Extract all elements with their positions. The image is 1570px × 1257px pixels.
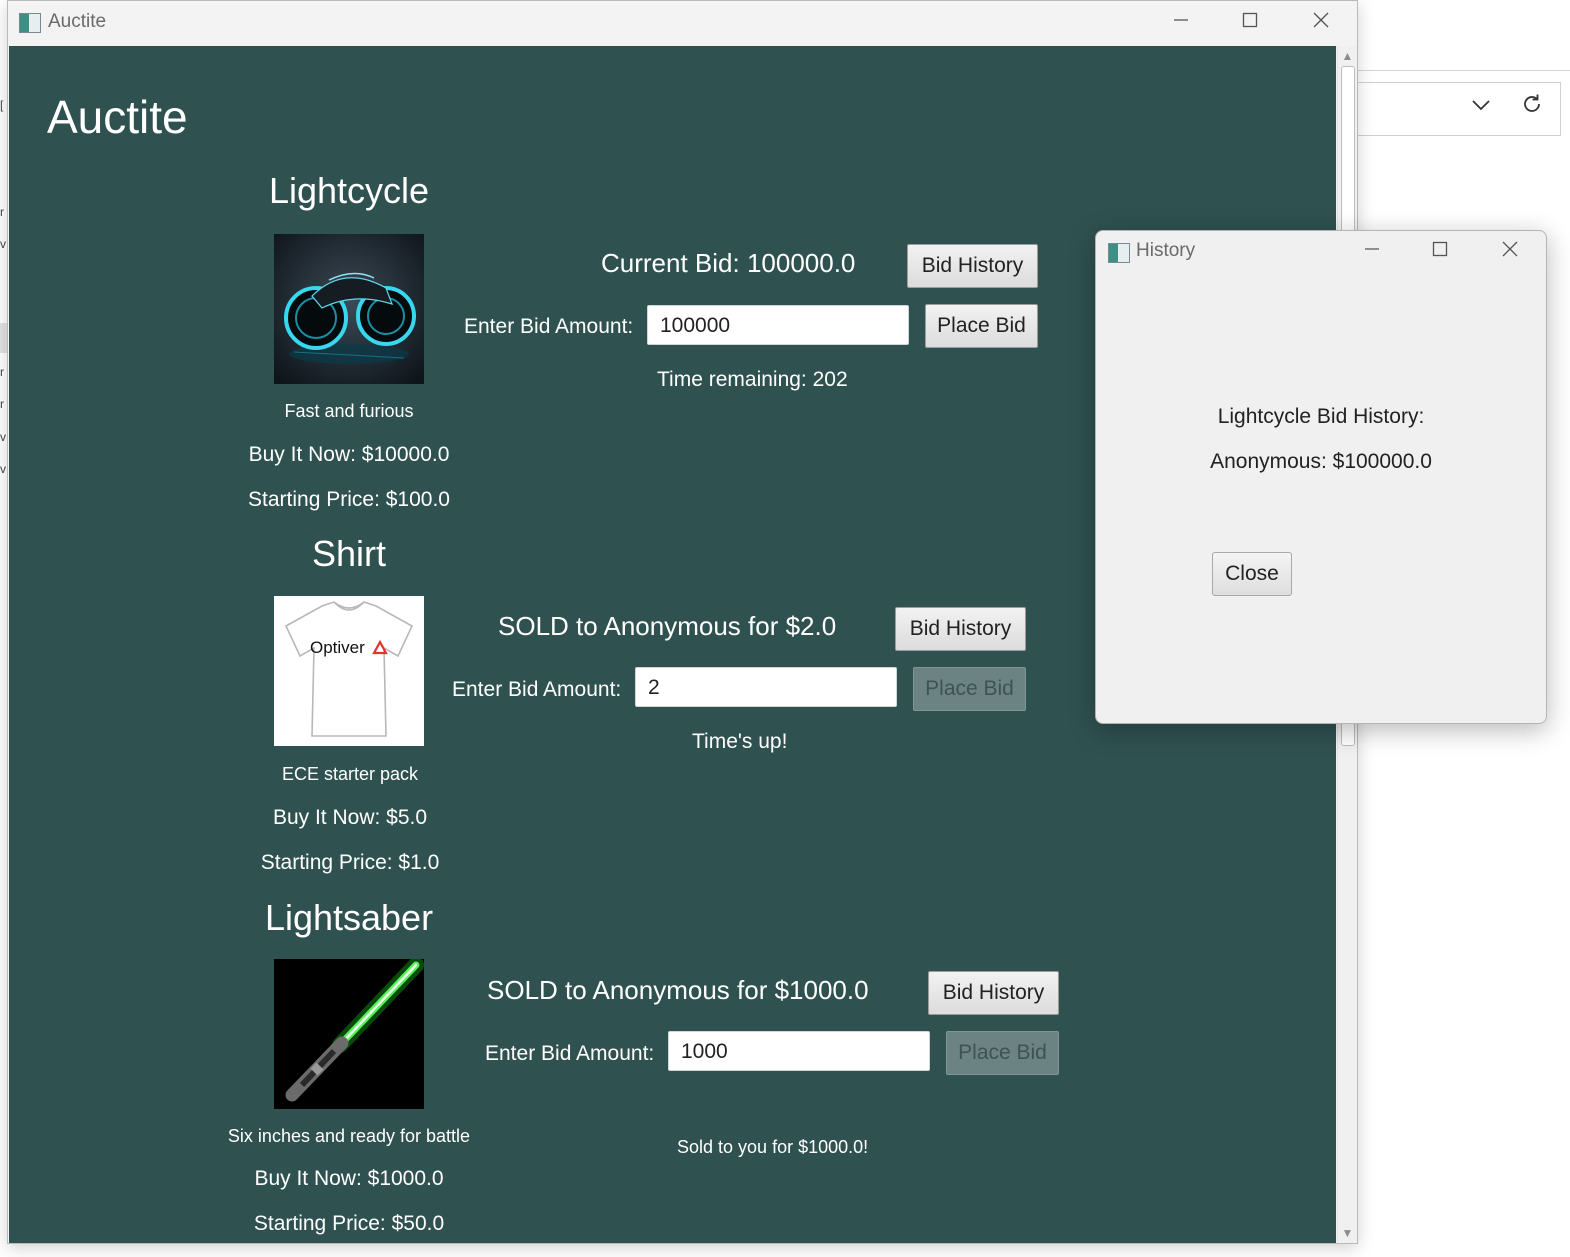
place-bid-button[interactable]: Place Bid: [946, 1031, 1059, 1075]
app-icon: [19, 13, 41, 33]
item-image-lightcycle: [274, 234, 424, 384]
dialog-title-bar[interactable]: History: [1096, 231, 1546, 273]
minimize-button[interactable]: [1158, 7, 1204, 39]
item-image-shirt: Optiver: [274, 596, 424, 746]
bid-history-button[interactable]: Bid History: [907, 244, 1038, 288]
history-entry: Anonymous: $100000.0: [1210, 450, 1432, 473]
place-bid-button[interactable]: Place Bid: [913, 667, 1026, 711]
app-icon: [1108, 243, 1130, 263]
window-title: Auctite: [48, 11, 107, 32]
title-bar[interactable]: Auctite: [8, 1, 1357, 45]
bid-history-button[interactable]: Bid History: [895, 607, 1026, 651]
background-toolbar-divider: [1356, 70, 1570, 71]
dialog-maximize-button[interactable]: [1418, 236, 1462, 268]
dialog-title: History: [1136, 240, 1196, 261]
history-dialog: History Lightcycle Bid History: Anonymou…: [1095, 230, 1547, 724]
dialog-close-icon[interactable]: [1488, 236, 1532, 268]
bid-status: SOLD to Anonymous for $1000.0: [487, 975, 869, 1005]
buy-it-now-price: Buy It Now: $10000.0: [248, 443, 450, 466]
purchase-confirmation: Sold to you for $1000.0!: [677, 1137, 869, 1157]
starting-price: Starting Price: $100.0: [248, 488, 450, 511]
item-description: Six inches and ready for battle: [227, 1126, 471, 1146]
time-remaining: Time remaining: 202: [657, 368, 848, 391]
item-title: Lightcycle: [268, 170, 430, 211]
bid-history-button[interactable]: Bid History: [928, 971, 1059, 1015]
item-description: Fast and furious: [284, 401, 414, 421]
dialog-minimize-button[interactable]: [1350, 236, 1394, 268]
starting-price: Starting Price: $1.0: [260, 851, 440, 874]
buy-it-now-price: Buy It Now: $1000.0: [254, 1167, 444, 1190]
close-button[interactable]: Close: [1212, 552, 1292, 596]
buy-it-now-price: Buy It Now: $5.0: [272, 806, 428, 829]
enter-bid-label: Enter Bid Amount:: [452, 678, 622, 701]
scroll-up-icon[interactable]: ▲: [1338, 47, 1357, 65]
bid-amount-input[interactable]: 2: [635, 667, 897, 707]
bid-amount-input[interactable]: 1000: [668, 1031, 930, 1071]
item-description: ECE starter pack: [281, 764, 419, 784]
time-remaining: Time's up!: [692, 730, 788, 753]
item-image-lightsaber: [274, 959, 424, 1109]
item-title: Lightsaber: [264, 897, 434, 938]
starting-price: Starting Price: $50.0: [253, 1212, 445, 1235]
bid-status: Current Bid: 100000.0: [601, 248, 856, 278]
place-bid-button[interactable]: Place Bid: [925, 304, 1038, 348]
maximize-button[interactable]: [1227, 7, 1273, 39]
scroll-down-icon[interactable]: ▼: [1338, 1224, 1357, 1242]
shirt-logo-text: Optiver: [310, 638, 365, 657]
app-heading: Auctite: [47, 91, 188, 143]
chevron-down-icon[interactable]: [1470, 94, 1496, 120]
refresh-icon[interactable]: [1520, 92, 1548, 120]
bid-status: SOLD to Anonymous for $2.0: [498, 611, 837, 641]
history-heading: Lightcycle Bid History:: [1217, 405, 1425, 428]
bid-amount-input[interactable]: 100000: [647, 305, 909, 345]
enter-bid-label: Enter Bid Amount:: [464, 315, 634, 338]
close-window-button[interactable]: [1298, 7, 1344, 39]
item-title: Shirt: [311, 533, 387, 574]
enter-bid-label: Enter Bid Amount:: [485, 1042, 655, 1065]
